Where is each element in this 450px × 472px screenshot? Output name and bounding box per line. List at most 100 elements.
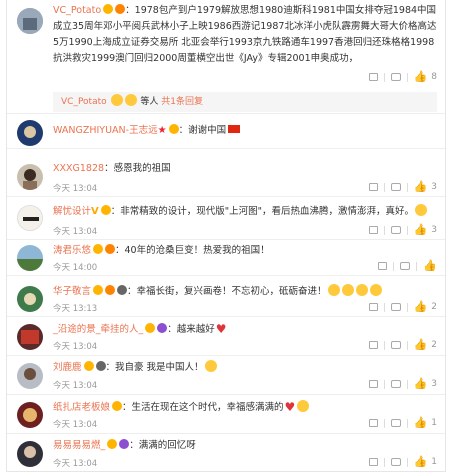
avatar-image	[18, 206, 42, 230]
comment-time: 今天 13:04	[53, 381, 98, 391]
reply-username[interactable]: VC_Potato	[61, 97, 107, 107]
emoji-icon	[124, 94, 137, 106]
share-icon[interactable]	[368, 73, 378, 81]
avatar-image	[17, 245, 43, 271]
avatar[interactable]	[17, 363, 43, 389]
reply-icon[interactable]	[390, 73, 401, 81]
avatar-image	[17, 441, 43, 467]
avatar[interactable]	[17, 324, 43, 350]
thumbs-up-emoji-icon	[297, 400, 310, 412]
list-item: _沿途的景_牵挂的人_ ：越来越好♥ 今天 13:04 👍 2	[7, 318, 445, 356]
avatar-image	[17, 402, 43, 428]
vip-icon	[103, 4, 114, 14]
applause-emoji-icon	[355, 284, 368, 296]
heart-icon: ♥	[215, 322, 227, 336]
avatar[interactable]	[17, 402, 43, 428]
list-item: 涛君乐悠 ：40年的沧桑巨变！热爱我的祖国！ 今天 14:00 👍	[7, 240, 445, 276]
reply-icon[interactable]	[390, 183, 401, 191]
share-icon[interactable]	[368, 303, 378, 311]
fan-badge-icon	[115, 4, 126, 14]
comment-text: ：40年的沧桑巨变！热爱我的祖国！	[115, 245, 270, 256]
like-count: 3	[431, 225, 437, 235]
like-icon[interactable]: 👍	[414, 456, 428, 467]
reply-icon[interactable]	[390, 226, 401, 234]
comment-actions: 👍 1	[368, 417, 437, 428]
comment-actions: 👍	[378, 260, 437, 271]
like-icon[interactable]: 👍	[414, 224, 428, 235]
comment-text: ：感恩我的祖国	[104, 163, 171, 174]
reply-icon[interactable]	[390, 341, 401, 349]
share-icon[interactable]	[378, 262, 388, 270]
comment-actions: 👍 3	[368, 378, 437, 389]
emoji-icon	[415, 204, 428, 216]
avatar[interactable]	[17, 120, 43, 146]
reply-icon[interactable]	[390, 380, 401, 388]
avatar-image	[17, 120, 43, 146]
comment-username[interactable]: 刘鹿鹿	[53, 362, 82, 373]
like-icon[interactable]: 👍	[414, 339, 428, 350]
share-icon[interactable]	[368, 183, 378, 191]
avatar[interactable]	[17, 164, 43, 190]
comment-username[interactable]: 解忧设计	[53, 206, 91, 217]
smile-emoji-icon	[204, 360, 217, 372]
reply-icon[interactable]	[400, 262, 411, 270]
reply-text: 等人	[140, 97, 159, 107]
list-item: WANGZHIYUAN-王志远★ ：谢谢中国	[7, 117, 445, 149]
avatar-image	[17, 164, 43, 190]
vip-icon	[93, 244, 104, 254]
like-icon[interactable]: 👍	[414, 301, 428, 312]
comment-time: 今天 13:13	[53, 304, 98, 314]
avatar[interactable]	[17, 441, 43, 467]
avatar[interactable]	[17, 205, 43, 231]
share-icon[interactable]	[368, 226, 378, 234]
vip-icon	[100, 205, 111, 215]
like-count: 2	[431, 340, 437, 350]
avatar[interactable]	[17, 8, 43, 34]
avatar[interactable]	[17, 245, 43, 271]
vip-icon	[107, 439, 118, 449]
heart-icon: ♥	[284, 400, 296, 414]
comment-username[interactable]: 涛君乐悠	[53, 245, 91, 256]
list-item: 纸扎店老板娘 ：生活在现在这个时代，幸福感满满的♥ 今天 13:04 👍 1	[7, 396, 445, 434]
comment-username[interactable]: _沿途的景_牵挂的人_	[53, 324, 143, 335]
like-icon[interactable]: 👍	[414, 181, 428, 192]
like-count: 8	[431, 72, 437, 82]
share-icon[interactable]	[368, 458, 378, 466]
comment-time: 今天 13:04	[53, 227, 98, 237]
comment-username[interactable]: VC_Potato	[53, 5, 101, 16]
like-icon[interactable]: 👍	[414, 378, 428, 389]
share-icon[interactable]	[368, 341, 378, 349]
reply-icon[interactable]	[390, 458, 401, 466]
panda-badge-icon	[95, 361, 106, 371]
comment-username[interactable]: WANGZHIYUAN-王志远	[53, 125, 158, 136]
like-count: 1	[431, 418, 437, 428]
avatar[interactable]	[17, 286, 43, 312]
comment-username[interactable]: XXXG1828	[53, 163, 104, 174]
like-count: 3	[431, 379, 437, 389]
vip-icon	[112, 401, 123, 411]
like-count: 3	[431, 182, 437, 192]
like-count: 1	[431, 457, 437, 467]
reply-summary[interactable]: VC_Potato 等人 共1条回复	[53, 92, 437, 112]
reply-icon[interactable]	[390, 419, 401, 427]
star-icon: ★	[157, 125, 167, 136]
china-flag-icon	[228, 125, 241, 133]
share-icon[interactable]	[368, 419, 378, 427]
share-icon[interactable]	[368, 380, 378, 388]
like-icon[interactable]: 👍	[414, 417, 428, 428]
emoji-icon	[110, 94, 123, 106]
reply-icon[interactable]	[390, 303, 401, 311]
comment-text: ：谢谢中国	[178, 125, 227, 136]
comment-text: ：幸福长街，复兴画卷！不忘初心，砥砺奋进！	[127, 286, 327, 297]
like-icon[interactable]: 👍	[414, 71, 428, 82]
comment-username[interactable]: 纸扎店老板娘	[53, 402, 110, 413]
list-item: 华子敬言 ：幸福长街，复兴画卷！不忘初心，砥砺奋进！ 今天 13:13 👍 2	[7, 281, 445, 317]
comment-time: 今天 13:04	[53, 420, 98, 430]
reply-count-link[interactable]: 共1条回复	[161, 97, 203, 107]
comment-username[interactable]: 华子敬言	[53, 286, 91, 297]
comment-username[interactable]: 易易易易燃_	[53, 440, 105, 451]
strong-emoji-icon	[327, 284, 340, 296]
avatar-image	[17, 324, 43, 350]
comment-time: 今天 13:04	[53, 342, 98, 352]
like-icon[interactable]: 👍	[423, 260, 437, 271]
